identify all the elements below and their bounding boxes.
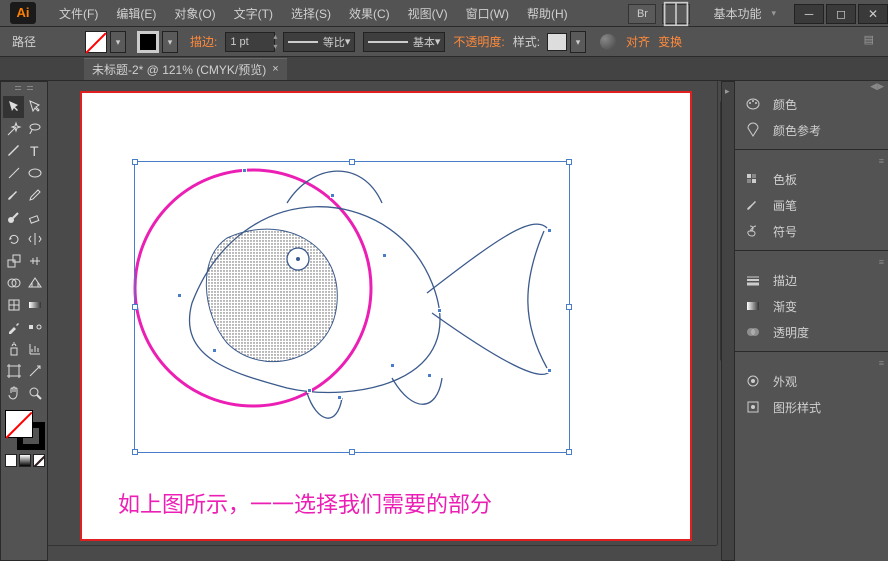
menu-type[interactable]: 文字(T) [225, 5, 282, 22]
document-tabbar: 未标题-2* @ 121% (CMYK/预览) × [0, 57, 888, 81]
selection-bounds[interactable] [134, 161, 570, 453]
pen-tool[interactable] [3, 140, 24, 162]
scrollbar-horizontal[interactable] [48, 545, 717, 561]
panel-swatches[interactable]: 色板 [735, 166, 888, 192]
stroke-weight-input[interactable] [225, 32, 275, 52]
menu-object[interactable]: 对象(O) [165, 5, 224, 22]
style-label: 样式: [513, 33, 540, 50]
transform-label[interactable]: 变换 [658, 33, 682, 50]
width-tool[interactable] [24, 250, 45, 272]
selection-type-label: 路径 [12, 33, 36, 50]
arrange-icon[interactable] [662, 4, 690, 24]
perspective-tool[interactable] [24, 272, 45, 294]
recolor-icon[interactable] [600, 34, 616, 50]
style-dropdown[interactable]: ▾ [570, 31, 586, 53]
app-logo: Ai [10, 2, 36, 24]
document-tab-title: 未标题-2* @ 121% (CMYK/预览) [92, 61, 266, 78]
artboard[interactable]: 如上图所示，一一选择我们需要的部分 [80, 91, 692, 541]
menu-view[interactable]: 视图(V) [399, 5, 457, 22]
canvas[interactable]: 如上图所示，一一选择我们需要的部分 [48, 81, 734, 561]
scale-tool[interactable] [3, 250, 24, 272]
fill-dropdown[interactable]: ▾ [110, 31, 126, 53]
maximize-button[interactable]: ◻ [826, 4, 856, 24]
menu-edit[interactable]: 编辑(E) [107, 5, 165, 22]
stroke-label[interactable]: 描边: [190, 33, 217, 50]
direct-selection-tool[interactable] [24, 96, 45, 118]
reflect-tool[interactable] [24, 228, 45, 250]
eraser-tool[interactable] [24, 206, 45, 228]
opacity-label[interactable]: 不透明度: [453, 33, 504, 50]
gradient-mode-btn[interactable] [19, 454, 31, 467]
chevron-down-icon[interactable]: ▾ [771, 8, 776, 19]
close-tab-icon[interactable]: × [272, 63, 278, 75]
panel-symbols[interactable]: 符号 [735, 218, 888, 244]
gradient-tool[interactable] [24, 294, 45, 316]
panel-brushes[interactable]: 画笔 [735, 192, 888, 218]
fill-swatch[interactable] [85, 31, 107, 53]
fill-stroke-indicator[interactable] [3, 408, 47, 452]
type-tool[interactable]: T [24, 140, 45, 162]
brush-tool[interactable] [3, 184, 24, 206]
panel-color-guide[interactable]: 颜色参考 [735, 117, 888, 143]
stroke-swatch[interactable] [137, 31, 159, 53]
shape-builder-tool[interactable] [3, 272, 24, 294]
slice-tool[interactable] [24, 360, 45, 382]
color-mode-btn[interactable] [5, 454, 17, 467]
menu-select[interactable]: 选择(S) [282, 5, 340, 22]
stroke-profile-2[interactable]: 基本 ▾ [363, 32, 445, 52]
eyedropper-tool[interactable] [3, 316, 24, 338]
menu-file[interactable]: 文件(F) [50, 5, 107, 22]
titlebar: Ai 文件(F) 编辑(E) 对象(O) 文字(T) 选择(S) 效果(C) 视… [0, 0, 888, 27]
close-button[interactable]: ✕ [858, 4, 888, 24]
line-tool[interactable] [3, 162, 24, 184]
minimize-button[interactable]: ─ [794, 4, 824, 24]
lasso-tool[interactable] [24, 118, 45, 140]
svg-text:T: T [30, 143, 39, 159]
menu-help[interactable]: 帮助(H) [518, 5, 577, 22]
pencil-tool[interactable] [24, 184, 45, 206]
menu-effect[interactable]: 效果(C) [340, 5, 399, 22]
options-bar: 路径 ▾ ▾ 描边: ▴▾ 等比 ▾ 基本 ▾ 不透明度: 样式: ▾ 对齐 变… [0, 27, 888, 57]
workspace-label[interactable]: 基本功能 [713, 5, 761, 22]
stroke-dropdown[interactable]: ▾ [162, 31, 178, 53]
right-panel-dock: ◀▶ 颜色 颜色参考 ≡ 色板 画笔 符号 ≡ 描边 渐变 透明度 ≡ 外观 图… [734, 81, 888, 561]
fill-box[interactable] [5, 410, 33, 438]
panel-menu-icon[interactable]: ▤ [864, 33, 874, 46]
selection-tool[interactable] [3, 96, 24, 118]
panel-stroke[interactable]: 描边 [735, 267, 888, 293]
panel-graphic-styles[interactable]: 图形样式 [735, 394, 888, 420]
panel-transparency[interactable]: 透明度 [735, 319, 888, 345]
artboard-tool[interactable] [3, 360, 24, 382]
bridge-icon[interactable]: Br [628, 4, 656, 24]
blob-brush-tool[interactable] [3, 206, 24, 228]
toolbox: T [0, 81, 48, 561]
rotate-tool[interactable] [3, 228, 24, 250]
stroke-profile-1[interactable]: 等比 ▾ [283, 32, 355, 52]
mesh-tool[interactable] [3, 294, 24, 316]
none-mode-btn[interactable] [33, 454, 45, 467]
panel-gradient[interactable]: 渐变 [735, 293, 888, 319]
dock-collapse-bar[interactable] [721, 81, 735, 561]
style-swatch[interactable] [547, 33, 567, 51]
magic-wand-tool[interactable] [3, 118, 24, 140]
symbol-sprayer-tool[interactable] [3, 338, 24, 360]
menu-window[interactable]: 窗口(W) [457, 5, 518, 22]
ellipse-tool[interactable] [24, 162, 45, 184]
caption-text: 如上图所示，一一选择我们需要的部分 [118, 487, 492, 519]
panel-appearance[interactable]: 外观 [735, 368, 888, 394]
blend-tool[interactable] [24, 316, 45, 338]
align-label[interactable]: 对齐 [626, 33, 650, 50]
panel-color[interactable]: 颜色 [735, 91, 888, 117]
hand-tool[interactable] [3, 382, 24, 404]
graph-tool[interactable] [24, 338, 45, 360]
zoom-tool[interactable] [24, 382, 45, 404]
document-tab[interactable]: 未标题-2* @ 121% (CMYK/预览) × [84, 58, 287, 80]
